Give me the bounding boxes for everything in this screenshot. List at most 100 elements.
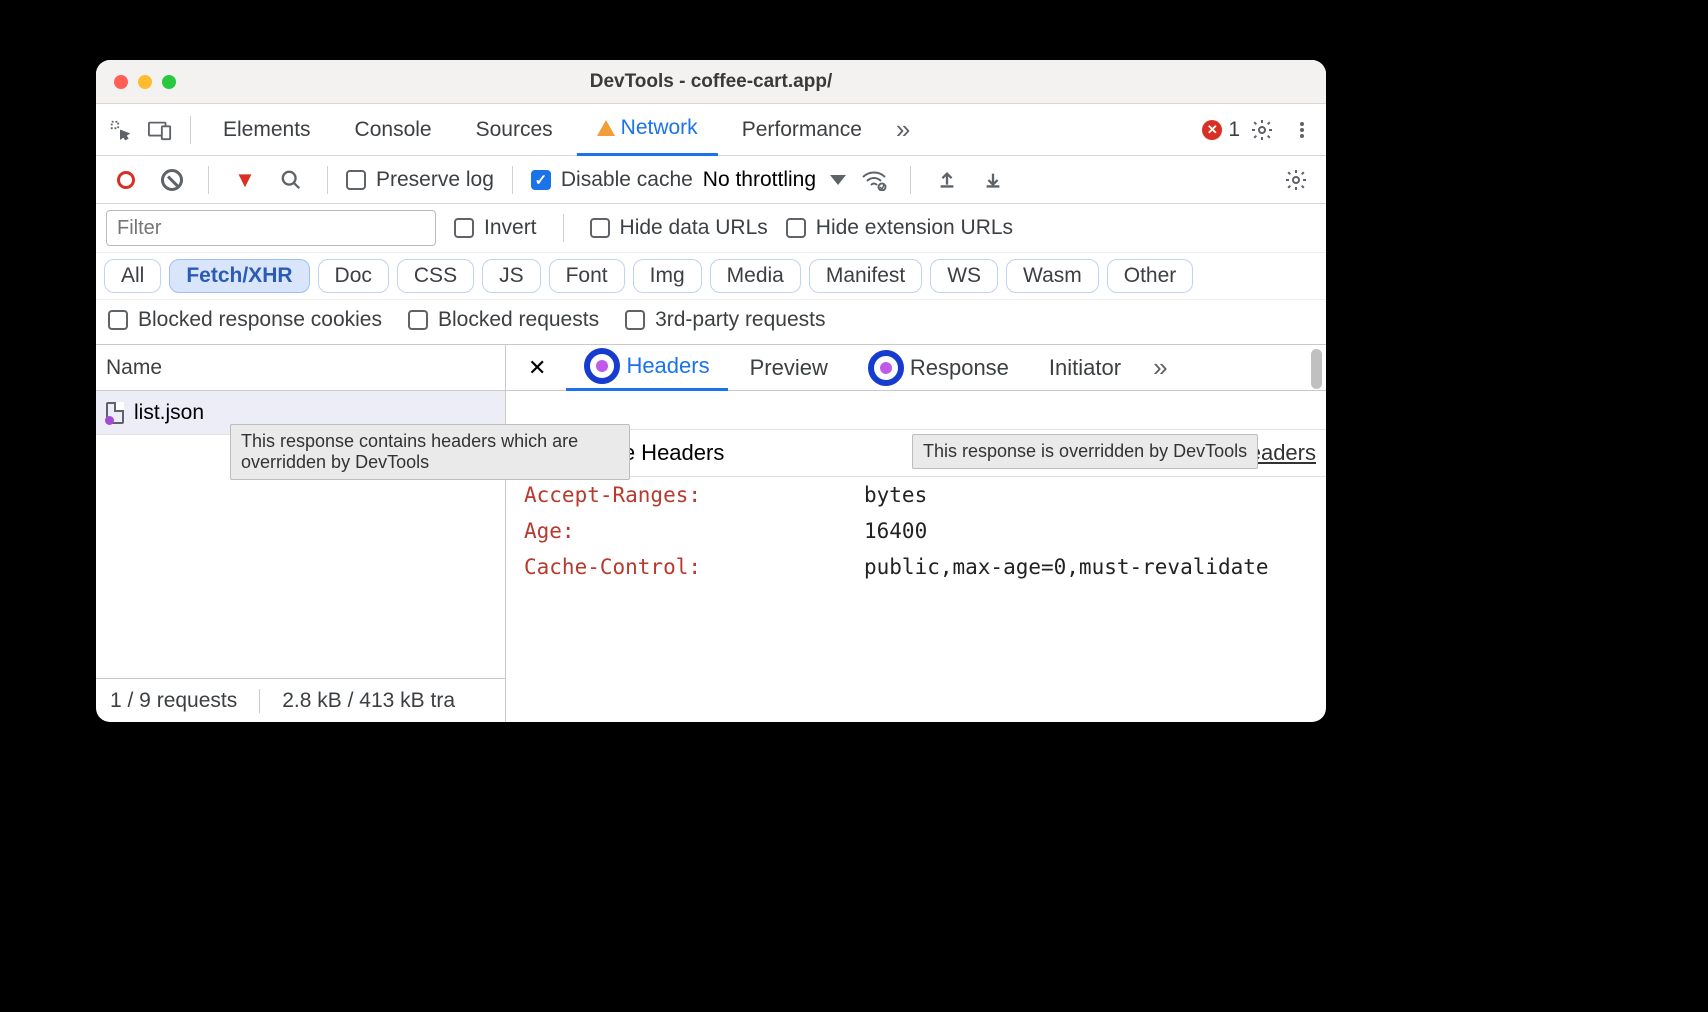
- detail-pane: ✕ Headers Preview Response Initiator » R…: [506, 345, 1326, 722]
- disable-cache-label: Disable cache: [561, 168, 693, 192]
- tab-network-label: Network: [621, 116, 698, 140]
- divider: [190, 116, 191, 144]
- block-filter-bar: Blocked response cookies Blocked request…: [96, 300, 1326, 345]
- clear-button[interactable]: [154, 162, 190, 198]
- tab-elements[interactable]: Elements: [203, 104, 331, 156]
- detail-tab-headers-label: Headers: [626, 353, 709, 379]
- tooltip-headers-override: This response contains headers which are…: [230, 424, 630, 480]
- name-column-header[interactable]: Name: [96, 345, 505, 391]
- tab-console[interactable]: Console: [335, 104, 452, 156]
- type-font[interactable]: Font: [549, 259, 625, 293]
- blocked-requests-label: Blocked requests: [438, 308, 599, 332]
- header-value: 16400: [864, 519, 927, 543]
- devtools-window: DevTools - coffee-cart.app/ Elements Con…: [96, 60, 1326, 722]
- record-button[interactable]: [108, 162, 144, 198]
- type-ws[interactable]: WS: [930, 259, 998, 293]
- upload-har-icon[interactable]: [929, 162, 965, 198]
- override-indicator-icon: [868, 350, 904, 386]
- close-detail-button[interactable]: ✕: [512, 355, 562, 381]
- scrollbar-thumb[interactable]: [1311, 349, 1322, 389]
- search-icon[interactable]: [273, 162, 309, 198]
- header-key: Cache-Control:: [524, 555, 864, 579]
- hide-data-urls-label: Hide data URLs: [620, 216, 768, 240]
- thirdparty-checkbox[interactable]: [625, 310, 645, 330]
- error-counter[interactable]: ✕ 1: [1202, 118, 1240, 142]
- type-js[interactable]: JS: [482, 259, 541, 293]
- preserve-log-label: Preserve log: [376, 168, 494, 192]
- type-media[interactable]: Media: [710, 259, 801, 293]
- device-toolbar-icon[interactable]: [142, 112, 178, 148]
- download-har-icon[interactable]: [975, 162, 1011, 198]
- divider: [563, 214, 564, 242]
- more-detail-tabs-icon[interactable]: »: [1143, 352, 1177, 383]
- filter-input[interactable]: [106, 210, 436, 246]
- tooltip-response-override: This response is overridden by DevTools: [912, 434, 1258, 469]
- main-tabbar: Elements Console Sources Network Perform…: [96, 104, 1326, 156]
- filter-bar: Invert Hide data URLs Hide extension URL…: [96, 204, 1326, 253]
- override-indicator-icon: [584, 348, 620, 384]
- throttling-select[interactable]: No throttling: [703, 168, 846, 192]
- divider: [327, 166, 328, 194]
- type-doc[interactable]: Doc: [318, 259, 389, 293]
- header-value: bytes: [864, 483, 927, 507]
- type-css[interactable]: CSS: [397, 259, 474, 293]
- type-img[interactable]: Img: [633, 259, 702, 293]
- detail-tab-preview[interactable]: Preview: [732, 345, 846, 391]
- header-key: Age:: [524, 519, 864, 543]
- detail-tab-headers[interactable]: Headers: [566, 345, 727, 391]
- preserve-log-checkbox[interactable]: [346, 170, 366, 190]
- throttling-value: No throttling: [703, 168, 816, 192]
- file-override-icon: [106, 402, 124, 424]
- network-toolbar: ▼ Preserve log Disable cache No throttli…: [96, 156, 1326, 204]
- hide-extension-urls-label: Hide extension URLs: [816, 216, 1013, 240]
- thirdparty-label: 3rd-party requests: [655, 308, 825, 332]
- type-wasm[interactable]: Wasm: [1006, 259, 1099, 293]
- error-icon: ✕: [1202, 120, 1222, 140]
- blocked-cookies-checkbox[interactable]: [108, 310, 128, 330]
- header-row: Age: 16400: [506, 513, 1326, 549]
- tab-network[interactable]: Network: [577, 104, 718, 156]
- disable-cache-checkbox[interactable]: [531, 170, 551, 190]
- type-filter-bar: All Fetch/XHR Doc CSS JS Font Img Media …: [96, 253, 1326, 300]
- inspect-element-icon[interactable]: [102, 112, 138, 148]
- requests-count: 1 / 9 requests: [110, 689, 237, 713]
- invert-label: Invert: [484, 216, 537, 240]
- blocked-requests-checkbox[interactable]: [408, 310, 428, 330]
- detail-tabs: ✕ Headers Preview Response Initiator »: [506, 345, 1326, 391]
- divider: [259, 689, 260, 713]
- divider: [512, 166, 513, 194]
- network-settings-icon[interactable]: [1278, 162, 1314, 198]
- request-name: list.json: [134, 401, 204, 425]
- titlebar: DevTools - coffee-cart.app/: [96, 60, 1326, 104]
- content-split: Name list.json 1 / 9 requests 2.8 kB / 4…: [96, 345, 1326, 722]
- header-row: Accept-Ranges: bytes: [506, 477, 1326, 513]
- detail-tab-initiator[interactable]: Initiator: [1031, 345, 1139, 391]
- divider: [910, 166, 911, 194]
- type-other[interactable]: Other: [1107, 259, 1194, 293]
- status-bar: 1 / 9 requests 2.8 kB / 413 kB tra: [96, 678, 505, 722]
- type-manifest[interactable]: Manifest: [809, 259, 922, 293]
- detail-tab-response[interactable]: Response: [850, 345, 1027, 391]
- request-list-pane: Name list.json 1 / 9 requests 2.8 kB / 4…: [96, 345, 506, 722]
- type-all[interactable]: All: [104, 259, 161, 293]
- error-count: 1: [1228, 118, 1240, 142]
- divider: [208, 166, 209, 194]
- type-fetch-xhr[interactable]: Fetch/XHR: [169, 259, 309, 293]
- hide-extension-urls-checkbox[interactable]: [786, 218, 806, 238]
- header-key: Accept-Ranges:: [524, 483, 864, 507]
- warning-icon: [597, 120, 615, 136]
- filter-toggle-icon[interactable]: ▼: [227, 162, 263, 198]
- transfer-size: 2.8 kB / 413 kB tra: [282, 689, 455, 713]
- tab-sources[interactable]: Sources: [456, 104, 573, 156]
- header-row: Cache-Control: public,max-age=0,must-rev…: [506, 549, 1326, 585]
- more-tabs-icon[interactable]: »: [886, 114, 920, 145]
- network-conditions-icon[interactable]: [856, 162, 892, 198]
- invert-checkbox[interactable]: [454, 218, 474, 238]
- settings-icon[interactable]: [1244, 112, 1280, 148]
- kebab-menu-icon[interactable]: [1284, 112, 1320, 148]
- tab-performance[interactable]: Performance: [722, 104, 882, 156]
- window-title: DevTools - coffee-cart.app/: [96, 71, 1326, 93]
- detail-tab-response-label: Response: [910, 355, 1009, 381]
- hide-data-urls-checkbox[interactable]: [590, 218, 610, 238]
- chevron-down-icon: [830, 175, 846, 185]
